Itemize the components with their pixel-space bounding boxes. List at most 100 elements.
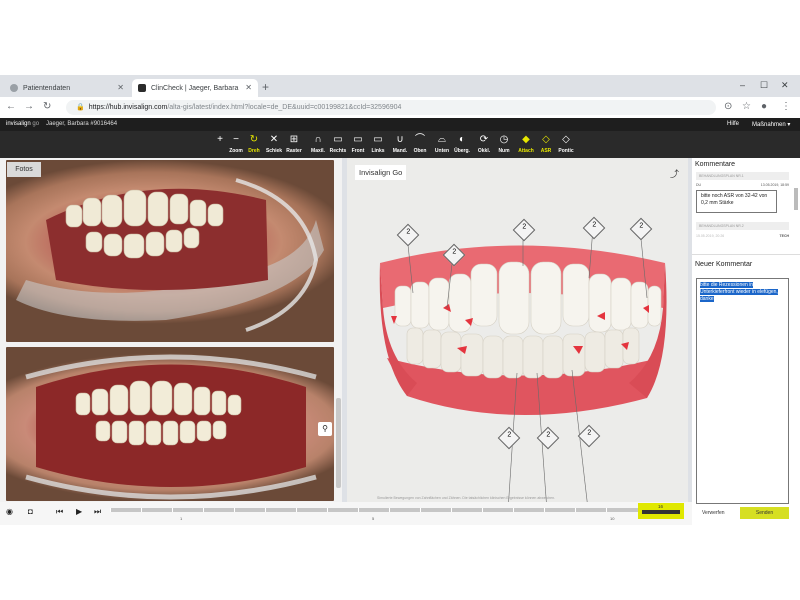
tool-label: Maxil.: [311, 148, 325, 154]
play-icon[interactable]: ▶: [76, 507, 82, 516]
tab-label: Patientendaten: [23, 84, 71, 92]
timeline-segment-divider: [141, 508, 142, 512]
asr-marker-label: 2: [546, 431, 551, 439]
current-stage-label: 16: [658, 504, 664, 509]
intraoral-photo-frontal: [6, 347, 334, 501]
tool-label: Raster: [286, 148, 302, 154]
tool-label: Links: [371, 148, 385, 154]
skip-forward-icon[interactable]: ⏭: [94, 507, 101, 517]
stage-timeline: ◉ ◘ ⏮ ▶ ⏭ 1 5 10 16: [0, 502, 692, 525]
timeline-track[interactable]: [110, 508, 638, 512]
invisalign-logo: invisalign go: [6, 121, 39, 127]
url-field[interactable]: 🔒 https://hub.invisalign.com/alta-gis/lat…: [66, 100, 716, 115]
tool-label: Mand.: [392, 148, 408, 154]
tool-maxilla-button[interactable]: ∩ Maxil.: [307, 133, 329, 154]
asr-marker-label: 2: [507, 431, 512, 439]
tool-occlusion-button[interactable]: ⟳ Okkl.: [473, 133, 495, 154]
mandible-icon: ∪: [396, 134, 404, 145]
stage-tick: 10: [610, 516, 615, 521]
new-comment-title: Neuer Kommentar: [695, 261, 753, 268]
close-tab-icon[interactable]: ✕: [117, 83, 124, 92]
send-button[interactable]: Senden: [740, 507, 789, 519]
brand-sub: go: [32, 121, 40, 127]
comment-text: bitte noch ASR von 32-42 von 0,2 mm Stär…: [696, 190, 777, 213]
tool-label: Pontic: [558, 148, 574, 154]
eye-icon[interactable]: ◉: [6, 507, 13, 516]
timeline-segment-divider: [451, 508, 452, 512]
globe-icon: [10, 84, 18, 92]
cast-icon[interactable]: ⊙: [724, 101, 732, 112]
close-window-button[interactable]: ✕: [781, 80, 789, 91]
brand-name: invisalign: [6, 121, 31, 127]
photos-tab[interactable]: Fotos: [7, 162, 41, 177]
attachments-icon: ◆: [522, 134, 530, 145]
tool-label: Attach: [518, 148, 534, 154]
forward-icon[interactable]: →: [24, 101, 34, 112]
new-tab-button[interactable]: +: [262, 80, 269, 94]
maximize-button[interactable]: ☐: [760, 80, 768, 91]
timeline-segment-divider: [172, 508, 173, 512]
tool-left-view-button[interactable]: ▭ Links: [367, 133, 389, 154]
menu-dots-icon[interactable]: ⋮: [781, 101, 791, 112]
pontic-icon: ◇: [562, 134, 570, 145]
comments-panel: Kommentare BEHANDLUNGSPLAN NR.1 DU 13.05…: [692, 158, 800, 525]
tool-pontic-button[interactable]: ◇ Pontic: [555, 133, 577, 154]
tool-asr-button[interactable]: ◇ ASR: [535, 133, 557, 154]
photos-scrollbar[interactable]: [336, 398, 341, 488]
comment-plan-header: BEHANDLUNGSPLAN NR.2: [696, 222, 789, 230]
tool-mandible-button[interactable]: ∪ Mand.: [389, 133, 411, 154]
browser-window: Patientendaten ✕ ClinCheck | Jaeger, Bar…: [0, 75, 800, 525]
discard-button[interactable]: Verwerfen: [702, 510, 725, 516]
current-stage-marker[interactable]: 16: [638, 503, 684, 519]
timeline-segment-divider: [296, 508, 297, 512]
close-tab-icon[interactable]: ✕: [245, 83, 252, 92]
camera-icon[interactable]: ◘: [28, 507, 33, 516]
tool-label: Num: [498, 148, 510, 154]
photo-zoom-icon[interactable]: ⚲: [318, 422, 332, 436]
grid-icon: ⊞: [289, 134, 299, 145]
transition-icon: ◐: [458, 134, 466, 145]
reload-icon[interactable]: ↻: [43, 101, 51, 112]
help-link[interactable]: Hilfe: [727, 121, 739, 127]
tool-top-view-button[interactable]: ⌒ Oben: [409, 133, 431, 154]
asr-marker-label: 2: [452, 248, 457, 256]
3d-viewer[interactable]: Invisalign Go ⤴ 2 2 2 2 2 2 2 2 Simulier…: [347, 158, 688, 502]
tool-rotate-button[interactable]: ↻ Dreh: [243, 133, 265, 154]
comment-plan-header: BEHANDLUNGSPLAN NR.1: [696, 172, 789, 180]
back-icon[interactable]: ←: [6, 101, 16, 112]
tool-label: Schiek: [265, 148, 283, 154]
skip-back-icon[interactable]: ⏮: [56, 507, 63, 517]
tool-attachments-button[interactable]: ◆ Attach: [515, 133, 537, 154]
tool-transition-button[interactable]: ◐ Überg.: [451, 133, 473, 154]
timeline-segment-divider: [544, 508, 545, 512]
asr-marker-label: 2: [639, 222, 644, 230]
tab-clincheck[interactable]: ClinCheck | Jaeger, Barbara ✕: [132, 79, 258, 97]
tool-front-view-button[interactable]: ▭ Front: [347, 133, 369, 154]
timeline-segment-divider: [265, 508, 266, 512]
viewer-toolbar: + − Zoom ↻ Dreh ✕ Schiek ⊞ Raster ∩ Maxil. ▭ Rechts ▭…: [0, 131, 800, 158]
tool-schiek-button[interactable]: ✕ Schiek: [263, 133, 285, 154]
tool-label: ASR: [540, 148, 552, 154]
tool-bottom-view-button[interactable]: ⌓ Unten: [431, 133, 453, 154]
asr-icon: ◇: [542, 134, 550, 145]
new-comment-input[interactable]: bitte die Rezessionen in Unterkieferfron…: [696, 278, 789, 504]
clincheck-favicon-icon: [138, 84, 146, 92]
left-view-icon: ▭: [373, 134, 383, 145]
tool-numbers-button[interactable]: ◷ Num: [493, 133, 515, 154]
profile-icon[interactable]: ●: [761, 101, 767, 112]
tool-right-view-button[interactable]: ▭ Rechts: [327, 133, 349, 154]
minimize-button[interactable]: –: [740, 80, 745, 90]
comment-author: TECH: [779, 234, 789, 238]
tool-grid-button[interactable]: ⊞ Raster: [283, 133, 305, 154]
tab-patientendaten[interactable]: Patientendaten ✕: [4, 79, 130, 97]
current-stage-bar: [642, 510, 680, 514]
bookmark-star-icon[interactable]: ☆: [742, 101, 751, 112]
actions-menu[interactable]: Maßnahmen ▾: [752, 121, 790, 128]
tool-label: Okkl.: [477, 148, 491, 154]
viewer-disclaimer: Simulierte Bewegungen von Zahnflächen un…: [377, 496, 556, 500]
tool-label: Dreh: [248, 148, 260, 154]
divider: [692, 254, 800, 255]
comments-scrollbar[interactable]: [794, 188, 798, 210]
bottom-view-icon: ⌓: [438, 134, 446, 145]
timeline-segment-divider: [606, 508, 607, 512]
